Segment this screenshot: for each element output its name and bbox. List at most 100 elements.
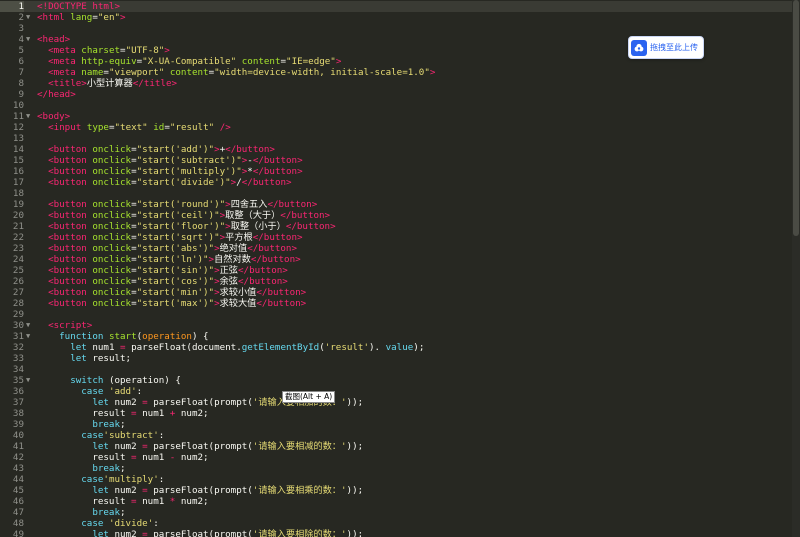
- code-line[interactable]: 35 ▼ switch (operation) {: [0, 375, 792, 386]
- code-token: num2: [114, 441, 143, 452]
- code-line[interactable]: 20 <button onclick="start('ceil')">取整（大于…: [0, 210, 792, 221]
- code-line[interactable]: 47 break;: [0, 507, 792, 518]
- code-line[interactable]: 32 let num1 = parseFloat(document.getEle…: [0, 342, 792, 353]
- code-token: case: [81, 518, 109, 529]
- code-token: "start('ln')": [136, 254, 209, 265]
- code-token: onclick: [92, 232, 132, 243]
- code-line[interactable]: 33 let result;: [0, 353, 792, 364]
- code-line[interactable]: 37 let num2 = parseFloat(prompt('请输入要相加的…: [0, 397, 792, 408]
- code-line[interactable]: 31 ▼ function start(operation) {: [0, 331, 792, 342]
- code-token: start: [108, 331, 137, 342]
- line-number: 20: [12, 210, 24, 221]
- code-token: value: [385, 342, 414, 353]
- code-line[interactable]: 23 <button onclick="start('abs')">绝对值</b…: [0, 243, 792, 254]
- fold-toggle-icon[interactable]: ▼: [26, 375, 34, 386]
- code-token: 求较小值: [219, 287, 257, 298]
- code-line[interactable]: 12 <input type="text" id="result" />: [0, 122, 792, 133]
- code-token: num2;: [175, 452, 209, 463]
- code-line[interactable]: 48 case 'divide':: [0, 518, 792, 529]
- code-token: break: [92, 463, 120, 474]
- code-line[interactable]: 2 ▼ <html lang="en">: [0, 12, 792, 23]
- code-line[interactable]: 10: [0, 100, 792, 111]
- scrollbar-thumb[interactable]: [793, 0, 799, 236]
- line-number: 25: [12, 265, 24, 276]
- code-editor[interactable]: 1 <!DOCTYPE html> 2 ▼ <html lang="en"> 3 4 ▼ <he…: [0, 0, 800, 537]
- code-token: 'result': [324, 342, 369, 353]
- fold-toggle-icon[interactable]: ▼: [26, 111, 34, 122]
- code-line[interactable]: 15 <button onclick="start('subtract')">-…: [0, 155, 792, 166]
- code-token: ));: [346, 529, 364, 537]
- line-code: let num2 = parseFloat(prompt('请输入要相减的数：'…: [37, 441, 363, 452]
- code-line[interactable]: 7 <meta name="viewport" content="width=d…: [0, 67, 792, 78]
- fold-toggle-icon[interactable]: ▼: [26, 331, 34, 342]
- line-number: 45: [12, 485, 24, 496]
- code-token: http-equiv: [81, 56, 137, 67]
- code-token: <html: [37, 12, 71, 23]
- code-line[interactable]: 9 </head>: [0, 89, 792, 100]
- code-line[interactable]: 13: [0, 133, 792, 144]
- code-line[interactable]: 27 <button onclick="start('min')">求较小值</…: [0, 287, 792, 298]
- line-code: case'multiply':: [37, 474, 164, 485]
- code-line[interactable]: 30 ▼ <script>: [0, 320, 792, 331]
- code-line[interactable]: 29: [0, 309, 792, 320]
- code-line[interactable]: 3: [0, 23, 792, 34]
- code-line[interactable]: 21 <button onclick="start('floor')">取整（小…: [0, 221, 792, 232]
- code-token: "start('add')": [136, 144, 215, 155]
- code-line[interactable]: 36 case 'add':: [0, 386, 792, 397]
- code-line[interactable]: 24 <button onclick="start('ln')">自然对数</b…: [0, 254, 792, 265]
- code-line[interactable]: 41 let num2 = parseFloat(prompt('请输入要相减的…: [0, 441, 792, 452]
- code-token: <button: [48, 166, 93, 177]
- code-line[interactable]: 44 case'multiply':: [0, 474, 792, 485]
- line-number: 14: [12, 144, 24, 155]
- line-code: result = num1 + num2;: [37, 408, 209, 419]
- line-code: <body>: [37, 111, 70, 122]
- code-line[interactable]: 19 <button onclick="start('round')">四舍五入…: [0, 199, 792, 210]
- code-token: name: [81, 67, 104, 78]
- code-line[interactable]: 11 ▼ <body>: [0, 111, 792, 122]
- line-number: 12: [12, 122, 24, 133]
- code-line[interactable]: 34: [0, 364, 792, 375]
- code-token: <title>: [48, 78, 87, 89]
- code-token: "result": [169, 122, 215, 133]
- code-line[interactable]: 28 <button onclick="start('max')">求较大值</…: [0, 298, 792, 309]
- code-line[interactable]: 43 break;: [0, 463, 792, 474]
- code-line[interactable]: 46 result = num1 * num2;: [0, 496, 792, 507]
- code-line[interactable]: 38 result = num1 + num2;: [0, 408, 792, 419]
- code-token: result: [37, 408, 132, 419]
- vertical-scrollbar[interactable]: [792, 0, 800, 537]
- code-token: :: [136, 386, 143, 397]
- code-line[interactable]: 49 let num2 = parseFloat(prompt('请输入要相除的…: [0, 529, 792, 537]
- line-code: <meta name="viewport" content="width=dev…: [37, 67, 435, 78]
- code-line[interactable]: 17 <button onclick="start('divide')">/</…: [0, 177, 792, 188]
- fold-toggle-icon[interactable]: ▼: [26, 320, 34, 331]
- code-line[interactable]: 8 <title>小型计算器</title>: [0, 78, 792, 89]
- line-code: <button onclick="start('subtract')">-</b…: [37, 155, 303, 166]
- code-line[interactable]: 25 <button onclick="start('sin')">正弦</bu…: [0, 265, 792, 276]
- line-number: 15: [12, 155, 24, 166]
- code-line[interactable]: 39 break;: [0, 419, 792, 430]
- drag-upload-widget[interactable]: 拖拽至此上传: [628, 36, 704, 59]
- code-line[interactable]: 18: [0, 188, 792, 199]
- code-line[interactable]: 22 <button onclick="start('sqrt')">平方根</…: [0, 232, 792, 243]
- code-token: onclick: [92, 210, 132, 221]
- code-token: num2;: [175, 408, 209, 419]
- code-line[interactable]: 1 <!DOCTYPE html>: [0, 1, 792, 12]
- code-token: <input: [48, 122, 87, 133]
- code-line[interactable]: 40 case'subtract':: [0, 430, 792, 441]
- fold-toggle-icon[interactable]: ▼: [26, 34, 34, 45]
- code-token: :: [153, 518, 159, 529]
- code-token: </button>: [252, 155, 303, 166]
- line-number: 44: [12, 474, 24, 485]
- code-line[interactable]: 45 let num2 = parseFloat(prompt('请输入要相乘的…: [0, 485, 792, 496]
- code-line[interactable]: 42 result = num1 - num2;: [0, 452, 792, 463]
- line-code: case'subtract':: [37, 430, 164, 441]
- code-line[interactable]: 26 <button onclick="start('cos')">余弦</bu…: [0, 276, 792, 287]
- fold-toggle-icon[interactable]: ▼: [26, 12, 34, 23]
- code-line[interactable]: 16 <button onclick="start('multiply')">*…: [0, 166, 792, 177]
- code-line[interactable]: 14 <button onclick="start('add')">+</but…: [0, 144, 792, 155]
